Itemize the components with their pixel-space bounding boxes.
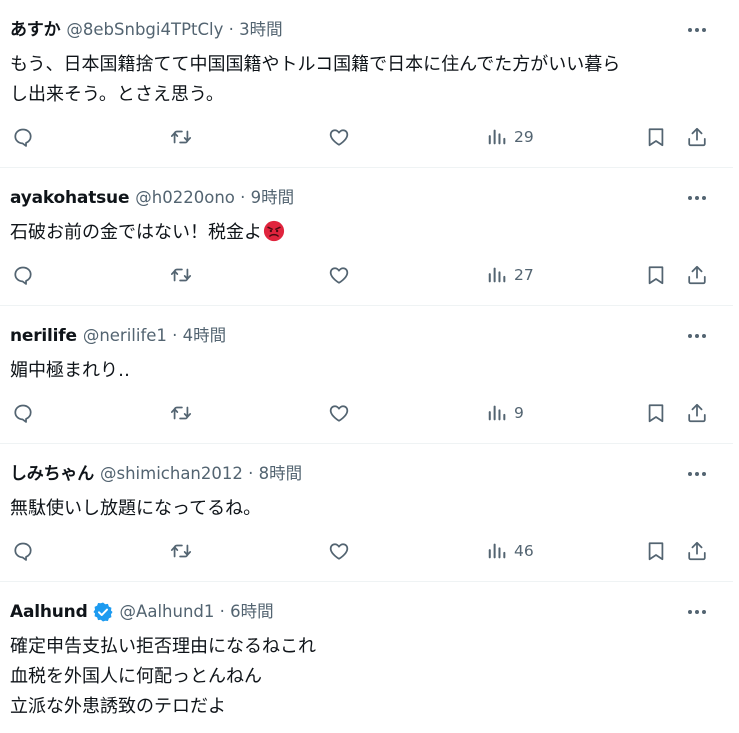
tweet-header: ayakohatsue @h0220ono · 9時間: [10, 186, 294, 210]
tweet-text-content: 石破お前の金ではない！税金よ: [10, 222, 262, 243]
bookmark-button[interactable]: [645, 261, 667, 289]
reply-icon: [14, 542, 32, 561]
like-button[interactable]: [328, 399, 350, 427]
repost-button[interactable]: [170, 537, 192, 565]
action-bar: 29: [0, 123, 733, 151]
share-icon: [688, 403, 706, 423]
share-button[interactable]: [686, 537, 708, 565]
reply-feed: あすか @8ebSnbgi4TPtCly · 3時間 もう、日本国籍捨てて中国国…: [0, 0, 733, 732]
author-handle-time[interactable]: @h0220ono · 9時間: [135, 186, 294, 210]
more-icon[interactable]: [687, 20, 707, 40]
views-chart-icon: [488, 405, 506, 421]
more-icon[interactable]: [687, 602, 707, 622]
more-icon[interactable]: [687, 188, 707, 208]
like-button[interactable]: [328, 537, 350, 565]
tweet[interactable]: しみちゃん @shimichan2012 · 8時間 無駄使いし放題になってるね…: [0, 444, 733, 582]
tweet-text: 石破お前の金ではない！税金よ: [10, 218, 710, 248]
author-name[interactable]: nerilife: [10, 324, 77, 348]
views-button[interactable]: 29: [486, 123, 534, 151]
tweet[interactable]: Aalhund @Aalhund1 · 6時間 確定申告支払い拒否理由になるねこ…: [0, 582, 733, 732]
repost-icon: [170, 130, 192, 144]
bookmark-button[interactable]: [645, 399, 667, 427]
views-button[interactable]: 27: [486, 261, 534, 289]
views-button[interactable]: 46: [486, 537, 534, 565]
heart-icon: [329, 543, 349, 560]
views-count: 46: [514, 542, 534, 560]
tweet-text: もう、日本国籍捨てて中国国籍やトルコ国籍で日本に住んでた方がいい暮ら し出来そう…: [10, 50, 710, 110]
views-chart-icon: [488, 543, 506, 559]
like-button[interactable]: [328, 261, 350, 289]
bookmark-icon: [648, 404, 664, 423]
tweet-text: 確定申告支払い拒否理由になるねこれ 血税を外国人に何配っとんねん 立派な外患誘致…: [10, 632, 710, 722]
reply-icon: [14, 266, 32, 285]
tweet-text-line: もう、日本国籍捨てて中国国籍やトルコ国籍で日本に住んでた方がいい暮ら: [10, 54, 621, 75]
share-button[interactable]: [686, 123, 708, 151]
author-handle-time[interactable]: @Aalhund1 · 6時間: [120, 600, 274, 624]
action-bar: 9: [0, 399, 733, 427]
tweet-text-line: 立派な外患誘致のテロだよ: [10, 696, 226, 717]
tweet-text: 媚中極まれり‥: [10, 356, 710, 386]
more-icon[interactable]: [687, 464, 707, 484]
more-icon[interactable]: [687, 326, 707, 346]
like-button[interactable]: [328, 123, 350, 151]
tweet[interactable]: あすか @8ebSnbgi4TPtCly · 3時間 もう、日本国籍捨てて中国国…: [0, 0, 733, 168]
share-button[interactable]: [686, 399, 708, 427]
tweet-text-line: 石破お前の金ではない！税金よ: [10, 218, 710, 248]
bookmark-icon: [648, 128, 664, 147]
repost-button[interactable]: [170, 261, 192, 289]
reply-button[interactable]: [12, 537, 34, 565]
views-count: 9: [514, 404, 524, 422]
bookmark-icon: [648, 542, 664, 561]
action-bar: 46: [0, 537, 733, 565]
tweet-header: nerilife @nerilife1 · 4時間: [10, 324, 226, 348]
reply-button[interactable]: [12, 399, 34, 427]
share-icon: [688, 127, 706, 147]
heart-icon: [329, 267, 349, 284]
tweet-text-line: 媚中極まれり‥: [10, 360, 131, 381]
views-count: 29: [514, 128, 534, 146]
reply-button[interactable]: [12, 261, 34, 289]
share-icon: [688, 265, 706, 285]
reply-icon: [14, 404, 32, 423]
tweet[interactable]: nerilife @nerilife1 · 4時間 媚中極まれり‥ 9: [0, 306, 733, 444]
repost-icon: [170, 268, 192, 282]
repost-button[interactable]: [170, 399, 192, 427]
bookmark-button[interactable]: [645, 123, 667, 151]
verified-badge-icon: [92, 601, 114, 623]
author-name[interactable]: あすか: [10, 18, 61, 42]
views-chart-icon: [488, 267, 506, 283]
author-name[interactable]: ayakohatsue: [10, 186, 129, 210]
author-handle-time[interactable]: @8ebSnbgi4TPtCly · 3時間: [66, 18, 282, 42]
heart-icon: [329, 129, 349, 146]
action-bar: 27: [0, 261, 733, 289]
angry-face-emoji: [263, 220, 285, 242]
author-name[interactable]: Aalhund: [10, 600, 88, 624]
tweet-text-line: 血税を外国人に何配っとんねん: [10, 666, 262, 687]
repost-icon: [170, 406, 192, 420]
reply-icon: [14, 128, 32, 147]
heart-icon: [329, 405, 349, 422]
views-chart-icon: [488, 129, 506, 145]
tweet-text-line: 無駄使いし放題になってるね。: [10, 498, 262, 519]
share-button[interactable]: [686, 261, 708, 289]
views-button[interactable]: 9: [486, 399, 524, 427]
tweet-header: しみちゃん @shimichan2012 · 8時間: [10, 462, 302, 486]
tweet-text-line: し出来そう。とさえ思う。: [10, 84, 224, 105]
author-handle-time[interactable]: @nerilife1 · 4時間: [83, 324, 226, 348]
share-icon: [688, 541, 706, 561]
reply-button[interactable]: [12, 123, 34, 151]
repost-icon: [170, 544, 192, 558]
tweet-text-line: 確定申告支払い拒否理由になるねこれ: [10, 636, 316, 657]
author-handle-time[interactable]: @shimichan2012 · 8時間: [100, 462, 302, 486]
tweet-text: 無駄使いし放題になってるね。: [10, 494, 710, 524]
bookmark-icon: [648, 266, 664, 285]
tweet-header: Aalhund @Aalhund1 · 6時間: [10, 600, 274, 624]
author-name[interactable]: しみちゃん: [10, 462, 94, 486]
tweet-header: あすか @8ebSnbgi4TPtCly · 3時間: [10, 18, 283, 42]
views-count: 27: [514, 266, 534, 284]
bookmark-button[interactable]: [645, 537, 667, 565]
tweet[interactable]: ayakohatsue @h0220ono · 9時間 石破お前の金ではない！税…: [0, 168, 733, 306]
repost-button[interactable]: [170, 123, 192, 151]
